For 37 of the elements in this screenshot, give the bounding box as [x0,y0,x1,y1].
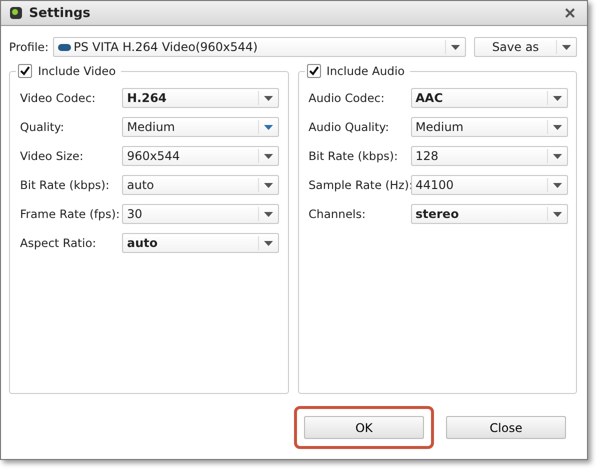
field-label: Channels: [308,207,367,221]
field-label: Video Codec: [20,91,97,105]
field-label: Aspect Ratio: [20,236,98,250]
profile-label: Profile: [9,40,49,54]
value-dropdown[interactable]: 960x544 [122,146,279,166]
dialog-button[interactable]: OK [304,416,424,439]
field-label: Sample Rate (Hz): [308,178,410,192]
field-label: Video Size: [20,149,84,163]
caret-icon [451,44,460,50]
field-label: Quality: [20,120,66,134]
save-as-button[interactable]: Save as [474,37,577,57]
field-label: Bit Rate (kbps): [308,149,399,163]
value-dropdown[interactable]: 30 [122,204,279,224]
value-dropdown[interactable]: 128 [410,146,568,166]
device-icon [58,44,71,50]
profile-dropdown[interactable]: PS VITA H.264 Video(960x544) [52,37,466,57]
window-title: Settings [29,6,92,20]
caret-icon [562,44,571,50]
value-dropdown[interactable]: Medium [122,117,279,137]
checkbox[interactable] [306,64,320,78]
field-label: Audio Codec: [308,91,386,105]
value-dropdown[interactable]: stereo [410,204,568,224]
group-title: Include Audio [326,64,405,78]
value-dropdown[interactable]: auto [122,175,279,195]
value-dropdown[interactable]: auto [122,233,279,253]
value-dropdown[interactable]: AAC [410,88,568,108]
close-icon[interactable] [565,8,575,18]
field-label: Bit Rate (kbps): [20,178,110,192]
app-icon [9,6,23,20]
field-label: Audio Quality: [308,120,390,134]
value-dropdown[interactable]: H.264 [122,88,279,108]
dialog-button[interactable]: Close [446,416,566,439]
group-title: Include Video [38,64,116,78]
value-dropdown[interactable]: Medium [410,117,568,137]
field-label: Frame Rate (fps): [20,207,121,221]
checkbox[interactable] [18,64,32,78]
value-dropdown[interactable]: 44100 [410,175,568,195]
